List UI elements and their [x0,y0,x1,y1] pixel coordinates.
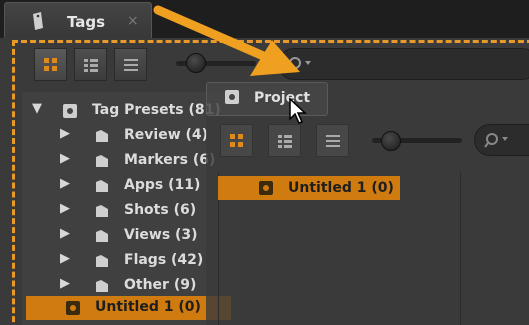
list-detail-icon [278,135,292,148]
drag-direction-arrow-icon [153,5,300,76]
tree-item[interactable]: ▶ Apps (11) [60,176,220,198]
tree-item-label: Flags (42) [124,252,204,268]
tree-item-label: Views (3) [124,227,198,243]
tree-selected-label: Untitled 1 (0) [95,299,201,315]
tree-item-label: Markers (6) [124,152,216,168]
tree-item-label: Review (4) [124,127,209,143]
collapsed-triangle-icon[interactable]: ▶ [60,151,70,166]
ghost-list-detail-view-button [268,124,301,157]
tag-folder-icon [96,230,108,242]
tree-root-label: Tag Presets (81) [92,102,221,118]
list-detail-view-button[interactable] [74,48,107,81]
tag-folder-icon [96,255,108,267]
tree-item[interactable]: ▶ Review (4) [60,126,220,148]
tag-folder-icon [96,180,108,192]
collapsed-triangle-icon[interactable]: ▶ [60,176,70,191]
grid-view-button[interactable] [34,48,67,81]
list-view-button[interactable] [114,48,147,81]
tab-tags[interactable]: Tags × [4,2,152,38]
tag-folder-icon [96,130,108,142]
tree-item[interactable]: ▶ Shots (6) [60,201,220,223]
ghost-list-view-button [316,124,349,157]
ghost-slider-knob [381,131,401,151]
list-icon [326,135,340,147]
tree-item[interactable]: ▶ Markers (6) [60,151,220,173]
tag-folder-icon [96,155,108,167]
ghost-selected-label: Untitled 1 (0) [288,180,394,196]
tree-item-label: Apps (11) [124,177,201,193]
list-detail-icon [84,59,98,72]
collapsed-triangle-icon[interactable]: ▶ [60,251,70,266]
grid-icon [44,58,57,71]
collapsed-triangle-icon[interactable]: ▶ [60,276,70,291]
tree-item[interactable]: ▶ Views (3) [60,226,220,248]
collapsed-triangle-icon[interactable]: ▶ [60,201,70,216]
expanded-triangle-icon[interactable]: ▼ [32,101,42,116]
tree-item-label: Shots (6) [124,202,197,218]
ghost-grid-view-button [220,124,253,157]
list-icon [124,59,138,71]
tree-item[interactable]: ▶ Other (9) [60,276,220,298]
collapsed-triangle-icon[interactable]: ▶ [60,226,70,241]
tags-tab-icon [33,12,43,30]
mouse-cursor-icon [289,97,307,124]
tag-folder-icon [96,280,108,292]
ghost-column-divider [460,172,461,325]
tag-folder-icon [96,205,108,217]
collapsed-triangle-icon[interactable]: ▶ [60,126,70,141]
preset-icon [66,301,80,315]
preset-icon [259,181,273,195]
grid-icon [230,134,243,147]
preset-icon [63,104,77,118]
close-icon[interactable]: × [127,13,139,29]
tree-item[interactable]: ▶ Flags (42) [60,251,220,273]
tree-root-tag-presets[interactable]: ▼ Tag Presets (81) [32,101,232,123]
tab-title: Tags [67,13,106,31]
search-icon [484,133,508,148]
tree-item-label: Other (9) [124,277,197,293]
